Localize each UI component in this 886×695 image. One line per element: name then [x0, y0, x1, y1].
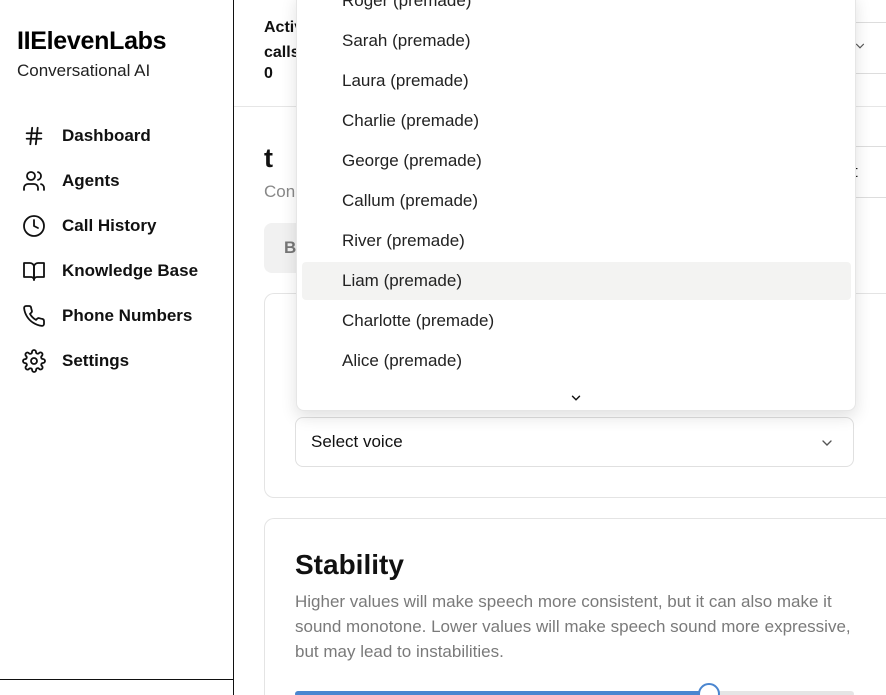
sidebar-item-label: Agents — [62, 170, 120, 190]
page-subtitle: Con — [264, 182, 296, 201]
stability-slider-fill — [295, 691, 709, 695]
voice-option[interactable]: Sarah (premade) — [302, 22, 851, 60]
voice-dropdown: Roger (premade) Sarah (premade) Laura (p… — [296, 0, 856, 411]
page-title: t — [264, 143, 273, 173]
voice-option-label: Charlotte (premade) — [342, 311, 495, 330]
voice-option-label: Roger (premade) — [342, 0, 472, 10]
gear-icon — [20, 347, 48, 375]
voice-option-label: River (premade) — [342, 231, 465, 250]
sidebar-item-agents[interactable]: Agents — [20, 158, 198, 203]
sidebar: IIElevenLabs Conversational AI Dashboard… — [0, 0, 234, 695]
sidebar-nav: Dashboard Agents Call History Knowledge … — [20, 113, 198, 383]
active-calls-value: 0 — [264, 65, 273, 82]
stability-description: Higher values will make speech more cons… — [295, 592, 851, 661]
sidebar-item-label: Call History — [62, 215, 157, 235]
voice-option[interactable]: George (premade) — [302, 142, 851, 180]
sidebar-divider — [0, 679, 234, 680]
voice-select[interactable]: Select voice — [295, 417, 854, 467]
tab-label: B — [284, 238, 297, 257]
book-icon — [20, 257, 48, 285]
sidebar-item-label: Settings — [62, 350, 130, 370]
voice-option-label: Laura (premade) — [342, 71, 469, 90]
voice-option[interactable]: Charlie (premade) — [302, 102, 851, 140]
voice-option[interactable]: Alice (premade) — [302, 342, 851, 380]
hash-icon — [20, 122, 48, 150]
voice-option-label: Sarah (premade) — [342, 31, 471, 50]
sidebar-item-label: Dashboard — [62, 125, 151, 145]
voice-option[interactable]: Liam (premade) — [302, 262, 851, 300]
sidebar-item-settings[interactable]: Settings — [20, 338, 198, 383]
voice-option[interactable]: River (premade) — [302, 222, 851, 260]
voice-option[interactable]: Callum (premade) — [302, 182, 851, 220]
stability-slider[interactable] — [295, 683, 854, 695]
sidebar-item-label: Knowledge Base — [62, 260, 199, 280]
sidebar-item-label: Phone Numbers — [62, 305, 193, 325]
voice-option-label: George (premade) — [342, 151, 482, 170]
voice-option-label: Callum (premade) — [342, 191, 479, 210]
clock-icon — [20, 212, 48, 240]
brand-subtitle: Conversational AI — [17, 61, 151, 80]
scroll-down-chevron-icon[interactable] — [569, 391, 583, 410]
sidebar-item-phone-numbers[interactable]: Phone Numbers — [20, 293, 198, 338]
voice-option[interactable]: Laura (premade) — [302, 62, 851, 100]
sidebar-item-call-history[interactable]: Call History — [20, 203, 198, 248]
sidebar-item-knowledge-base[interactable]: Knowledge Base — [20, 248, 198, 293]
brand-logo[interactable]: IIElevenLabs — [17, 27, 167, 56]
users-icon — [20, 167, 48, 195]
sidebar-item-dashboard[interactable]: Dashboard — [20, 113, 198, 158]
voice-option-label: Alice (premade) — [342, 351, 462, 370]
voice-option[interactable]: Roger (premade) — [302, 0, 851, 20]
stability-title: Stability — [295, 549, 404, 580]
voice-select-value: Select voice — [311, 432, 403, 451]
voice-option-label: Liam (premade) — [342, 271, 462, 290]
voice-option[interactable]: Charlotte (premade) — [302, 302, 851, 340]
voice-option-label: Charlie (premade) — [342, 111, 479, 130]
phone-icon — [20, 302, 48, 330]
chevron-down-icon — [819, 435, 835, 456]
